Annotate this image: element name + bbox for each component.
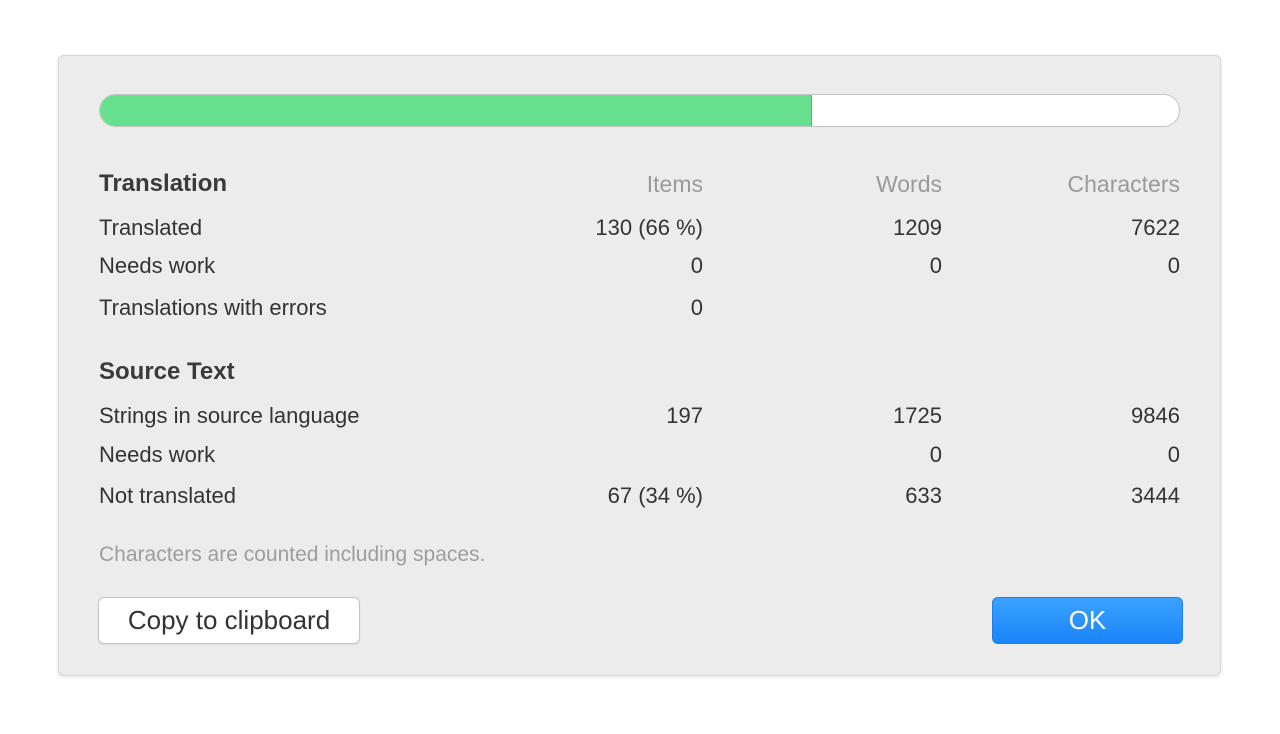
row-words-value: 0 <box>929 442 942 467</box>
row-characters-value: 0 <box>1167 253 1180 278</box>
row-words-value: 633 <box>905 483 942 508</box>
row-items-value: 130 (66 %) <box>595 215 703 240</box>
row-label: Translated <box>99 215 203 240</box>
translation-progress-bar <box>99 94 1180 127</box>
row-characters-value: 3444 <box>1131 483 1180 508</box>
characters-note: Characters are counted including spaces. <box>99 543 486 566</box>
row-items-value: 67 (34 %) <box>607 483 703 508</box>
copy-to-clipboard-button[interactable]: Copy to clipboard <box>98 597 360 644</box>
row-characters-value: 9846 <box>1131 403 1180 428</box>
row-label: Not translated <box>99 483 236 508</box>
row-words-value: 1725 <box>893 403 942 428</box>
row-items-value: 0 <box>690 253 703 278</box>
progress-bar-fill <box>100 95 813 126</box>
column-header-items: Items <box>646 171 703 197</box>
row-label: Strings in source language <box>99 403 360 428</box>
row-label: Translations with errors <box>99 295 327 320</box>
row-label: Needs work <box>99 442 216 467</box>
row-items-value: 197 <box>666 403 703 428</box>
column-header-characters: Characters <box>1067 171 1180 197</box>
row-characters-value: 7622 <box>1131 215 1180 240</box>
ok-button[interactable]: OK <box>992 597 1183 644</box>
row-characters-value: 0 <box>1167 442 1180 467</box>
row-words-value: 1209 <box>893 215 942 240</box>
row-items-value: 0 <box>690 295 703 320</box>
column-header-words: Words <box>875 171 942 197</box>
row-label: Needs work <box>99 253 216 278</box>
statistics-dialog: Translation Items Words Characters Trans… <box>58 55 1221 676</box>
source-text-heading: Source Text <box>99 358 235 385</box>
translation-heading: Translation <box>99 170 228 197</box>
row-words-value: 0 <box>929 253 942 278</box>
